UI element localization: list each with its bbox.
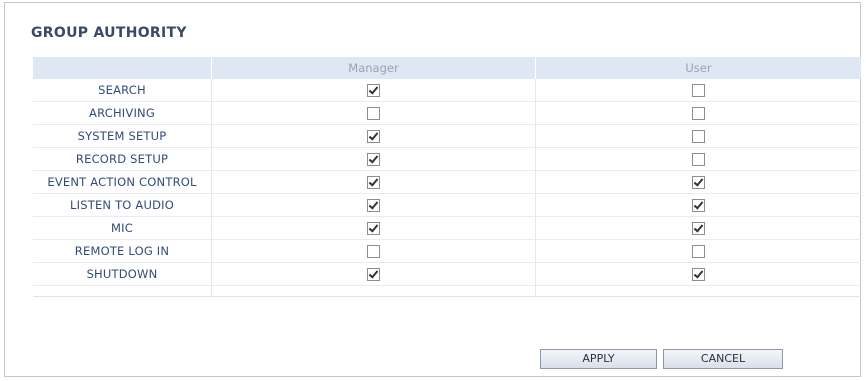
manager-permission-cell — [211, 262, 536, 286]
user-permission-cell — [535, 170, 861, 194]
manager-permission-checkbox[interactable] — [367, 83, 380, 97]
table-row: RECORD SETUP — [33, 147, 861, 171]
table-row: LISTEN TO AUDIO — [33, 193, 861, 217]
user-permission-checkbox[interactable] — [692, 244, 705, 258]
group-authority-panel: GROUP AUTHORITY Manager User SEARCH ARCHI… — [4, 2, 861, 377]
table-row: SYSTEM SETUP — [33, 124, 861, 148]
user-permission-checkbox[interactable] — [692, 106, 705, 120]
manager-permission-cell — [211, 101, 536, 125]
row-label: REMOTE LOG IN — [33, 239, 212, 263]
manager-permission-checkbox[interactable] — [367, 267, 380, 281]
table-row: SHUTDOWN — [33, 262, 861, 286]
manager-permission-cell — [211, 170, 536, 194]
user-permission-checkbox[interactable] — [692, 83, 705, 97]
manager-permission-cell — [211, 124, 536, 148]
apply-button[interactable]: APPLY — [540, 349, 657, 369]
user-permission-cell — [535, 124, 861, 148]
manager-permission-cell — [211, 193, 536, 217]
row-label: SHUTDOWN — [33, 262, 212, 286]
spacer-cell — [535, 285, 861, 297]
user-permission-checkbox[interactable] — [692, 152, 705, 166]
authority-rows: SEARCH ARCHIVING SYSTEM SETUP RECORD SETUP E… — [33, 79, 861, 297]
user-permission-cell — [535, 262, 861, 286]
manager-permission-cell — [211, 239, 536, 263]
table-header-row: Manager User — [33, 57, 861, 79]
manager-permission-cell — [211, 216, 536, 240]
user-permission-cell — [535, 147, 861, 171]
column-header-manager: Manager — [211, 57, 536, 79]
row-label: EVENT ACTION CONTROL — [33, 170, 212, 194]
spacer-cell — [211, 285, 536, 297]
manager-permission-checkbox[interactable] — [367, 198, 380, 212]
table-row: MIC — [33, 216, 861, 240]
authority-table: Manager User SEARCH ARCHIVING SYSTEM SETUP… — [33, 57, 861, 297]
manager-permission-checkbox[interactable] — [367, 106, 380, 120]
manager-permission-checkbox[interactable] — [367, 244, 380, 258]
manager-permission-cell — [211, 147, 536, 171]
column-header-user: User — [535, 57, 861, 79]
table-row: EVENT ACTION CONTROL — [33, 170, 861, 194]
user-permission-cell — [535, 193, 861, 217]
user-permission-cell — [535, 216, 861, 240]
panel-title: GROUP AUTHORITY — [31, 25, 187, 41]
table-row: ARCHIVING — [33, 101, 861, 125]
manager-permission-checkbox[interactable] — [367, 221, 380, 235]
row-label: RECORD SETUP — [33, 147, 212, 171]
user-permission-cell — [535, 101, 861, 125]
manager-permission-checkbox[interactable] — [367, 175, 380, 189]
user-permission-checkbox[interactable] — [692, 129, 705, 143]
user-permission-cell — [535, 79, 861, 102]
user-permission-cell — [535, 239, 861, 263]
spacer-cell — [33, 285, 212, 297]
row-label: SYSTEM SETUP — [33, 124, 212, 148]
row-label: MIC — [33, 216, 212, 240]
user-permission-checkbox[interactable] — [692, 267, 705, 281]
table-footer-spacer — [33, 285, 861, 297]
row-label: SEARCH — [33, 79, 212, 102]
manager-permission-checkbox[interactable] — [367, 129, 380, 143]
user-permission-checkbox[interactable] — [692, 221, 705, 235]
column-header-function — [33, 57, 212, 79]
row-label: ARCHIVING — [33, 101, 212, 125]
user-permission-checkbox[interactable] — [692, 198, 705, 212]
row-label: LISTEN TO AUDIO — [33, 193, 212, 217]
table-row: SEARCH — [33, 79, 861, 102]
manager-permission-checkbox[interactable] — [367, 152, 380, 166]
manager-permission-cell — [211, 79, 536, 102]
table-row: REMOTE LOG IN — [33, 239, 861, 263]
user-permission-checkbox[interactable] — [692, 175, 705, 189]
cancel-button[interactable]: CANCEL — [663, 349, 783, 369]
